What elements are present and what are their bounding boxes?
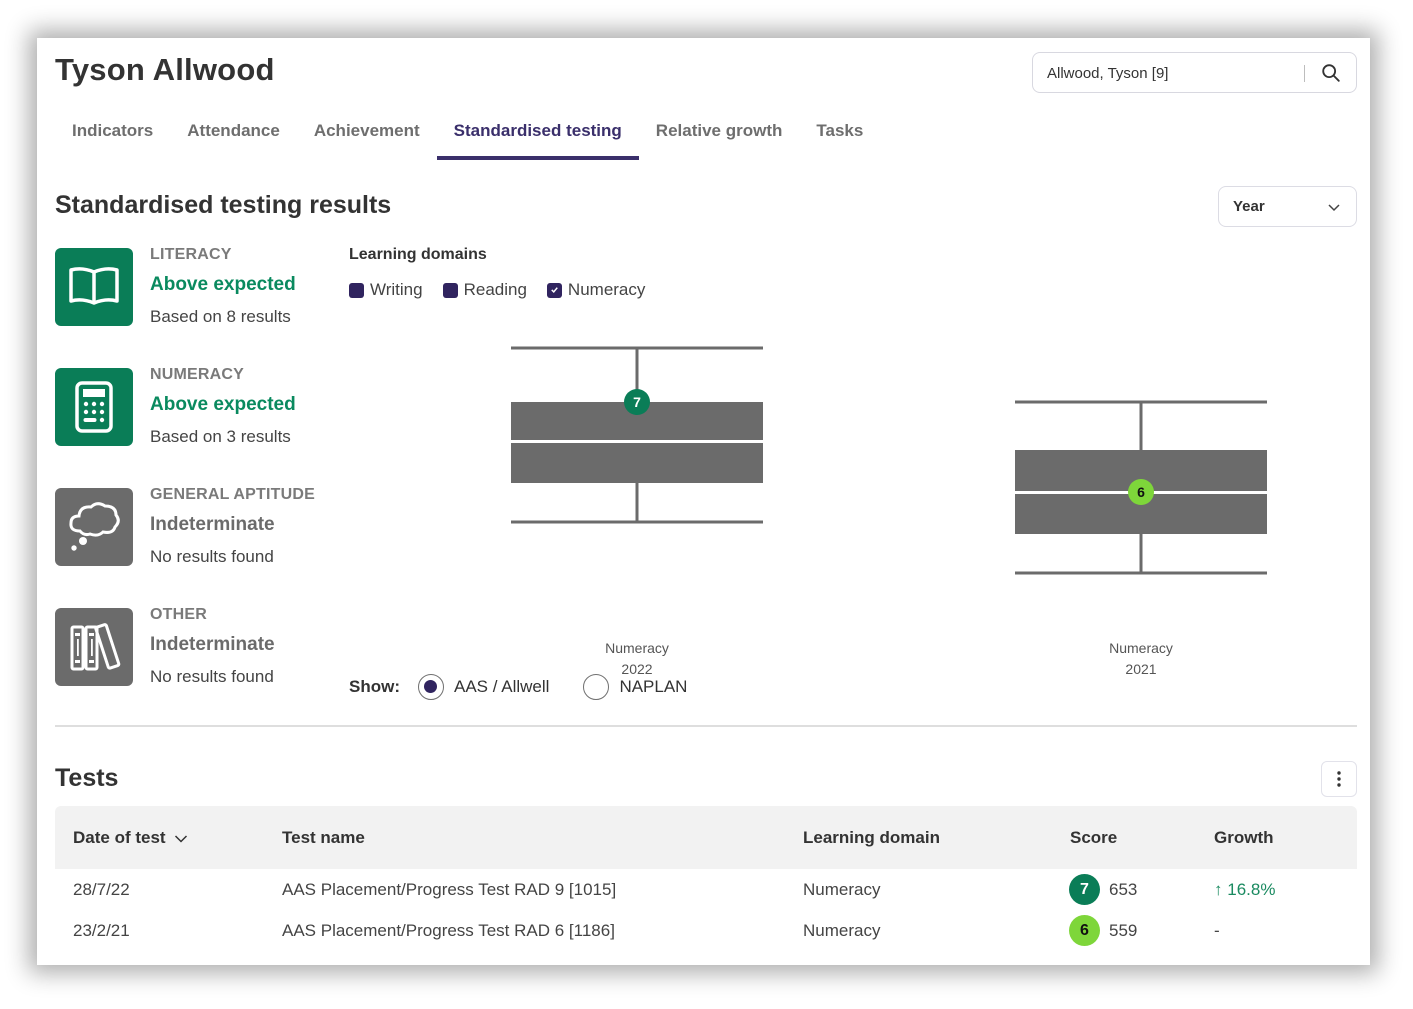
domain-label: Writing	[370, 280, 423, 299]
card-detail: Based on 8 results	[150, 307, 291, 326]
column-header-test-name[interactable]: Test name	[282, 828, 365, 848]
tests-title: Tests	[55, 764, 119, 792]
sort-chevron-down-icon[interactable]	[174, 834, 188, 844]
domain-label: Reading	[463, 280, 527, 299]
column-header-score[interactable]: Score	[1070, 828, 1117, 848]
tab-standardised-testing[interactable]: Standardised testing	[436, 118, 639, 160]
search-divider	[1304, 65, 1305, 82]
radio-selected[interactable]	[418, 674, 444, 700]
checkmark-icon	[551, 286, 558, 293]
category-label: Numeracy	[1109, 640, 1173, 656]
show-label: Show:	[349, 677, 400, 696]
test-date: 28/7/22	[73, 880, 130, 899]
student-band-label: 7	[633, 394, 641, 410]
test-name: AAS Placement/Progress Test RAD 6 [1186]	[282, 921, 615, 940]
test-domain: Numeracy	[803, 880, 881, 899]
growth-value: -	[1214, 921, 1220, 940]
card-detail: No results found	[150, 667, 274, 686]
domain-toggle-numeracy[interactable]: Numeracy	[546, 280, 646, 300]
checkbox-unchecked[interactable]	[349, 282, 364, 298]
search-value[interactable]: Allwood, Tyson [9]	[1047, 65, 1168, 82]
results-title: Standardised testing results	[55, 191, 392, 219]
summary-card-other: OTHER Indeterminate No results found	[55, 606, 355, 686]
card-detail: No results found	[150, 547, 274, 566]
tab-indicators[interactable]: Indicators	[55, 118, 170, 160]
arrow-up-icon: ↑	[1214, 880, 1223, 899]
summary-card-literacy: LITERACY Above expected Based on 8 resul…	[55, 246, 355, 326]
growth-value: ↑ 16.8%	[1214, 880, 1275, 900]
card-status: Indeterminate	[150, 514, 275, 535]
period-select[interactable]: Year	[1218, 186, 1357, 227]
checkbox-checked[interactable]	[546, 282, 562, 298]
radio-label: NAPLAN	[619, 677, 688, 696]
domain-toggle-reading[interactable]: Reading	[442, 280, 527, 300]
chevron-down-icon	[1328, 204, 1340, 212]
boxplot-chart: 7Numeracy20226Numeracy2021	[511, 346, 1267, 677]
card-status: Indeterminate	[150, 634, 275, 655]
calculator-icon	[55, 368, 133, 446]
student-name: Tyson Allwood	[55, 52, 275, 87]
tab-achievement[interactable]: Achievement	[297, 118, 437, 160]
tab-attendance[interactable]: Attendance	[170, 118, 297, 160]
thought-bubble-icon	[55, 488, 133, 566]
section-divider	[55, 725, 1357, 727]
card-detail: Based on 3 results	[150, 427, 291, 446]
period-select-value: Year	[1233, 198, 1265, 215]
tests-menu-button[interactable]	[1321, 761, 1357, 797]
search-icon[interactable]	[1320, 62, 1342, 84]
card-category: LITERACY	[150, 246, 232, 263]
table-row[interactable]: 28/7/22 AAS Placement/Progress Test RAD …	[55, 869, 1357, 910]
card-category: OTHER	[150, 606, 207, 623]
test-domain: Numeracy	[803, 921, 881, 940]
books-icon	[55, 608, 133, 686]
tab-relative-growth[interactable]: Relative growth	[639, 118, 800, 160]
table-row[interactable]: 23/2/21 AAS Placement/Progress Test RAD …	[55, 910, 1357, 951]
domain-label: Numeracy	[567, 280, 646, 299]
score-band-badge: 7	[1069, 874, 1100, 905]
column-header-learning-domain[interactable]: Learning domain	[803, 828, 940, 848]
source-filter: Show: AAS / Allwell NAPLAN	[349, 674, 721, 700]
student-search-input[interactable]: Allwood, Tyson [9]	[1032, 52, 1357, 93]
box-lower	[511, 443, 763, 483]
card-status: Above expected	[150, 394, 296, 415]
growth-percent: 16.8%	[1227, 880, 1276, 899]
learning-domains-title: Learning domains	[349, 246, 487, 263]
card-category: NUMERACY	[150, 366, 245, 383]
summary-card-general-aptitude: GENERAL APTITUDE Indeterminate No result…	[55, 486, 355, 566]
category-label: 2021	[1125, 661, 1156, 677]
checkbox-unchecked[interactable]	[442, 282, 458, 298]
card-status: Above expected	[150, 274, 296, 295]
test-date: 23/2/21	[73, 921, 130, 940]
column-label: Date of test	[73, 828, 166, 847]
radio-aas-allwell[interactable]: AAS / Allwell	[418, 674, 549, 700]
student-band-label: 6	[1137, 484, 1145, 500]
more-vertical-icon	[1337, 771, 1341, 787]
student-profile-window: Tyson Allwood Allwood, Tyson [9] Indicat…	[37, 38, 1370, 965]
summary-card-numeracy: NUMERACY Above expected Based on 3 resul…	[55, 366, 355, 446]
score-value: 653	[1109, 880, 1138, 899]
column-header-date[interactable]: Date of test	[73, 828, 188, 848]
table-header: Date of test Test name Learning domain S…	[55, 806, 1357, 869]
tests-table: Date of test Test name Learning domain S…	[55, 806, 1357, 951]
profile-tabs: Indicators Attendance Achievement Standa…	[55, 118, 880, 160]
test-name: AAS Placement/Progress Test RAD 9 [1015]	[282, 880, 617, 899]
card-category: GENERAL APTITUDE	[150, 486, 315, 503]
score-value: 559	[1109, 921, 1138, 940]
category-label: Numeracy	[605, 640, 669, 656]
radio-naplan[interactable]: NAPLAN	[583, 674, 687, 700]
radio-label: AAS / Allwell	[454, 677, 550, 696]
score-band-badge: 6	[1069, 915, 1100, 946]
tab-tasks[interactable]: Tasks	[799, 118, 880, 160]
open-book-icon	[55, 248, 133, 326]
column-header-growth[interactable]: Growth	[1214, 828, 1274, 848]
learning-domains-legend: Writing Reading Numeracy	[349, 280, 645, 300]
radio-unselected[interactable]	[583, 674, 610, 700]
domain-toggle-writing[interactable]: Writing	[349, 280, 423, 300]
